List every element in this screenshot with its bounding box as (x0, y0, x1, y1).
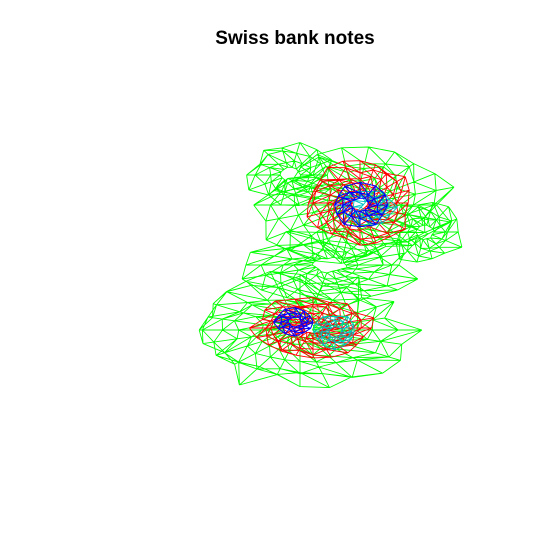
red-mesh-lower (249, 297, 375, 359)
chart-plot-area (198, 142, 463, 389)
green-mesh-lower (198, 271, 423, 389)
